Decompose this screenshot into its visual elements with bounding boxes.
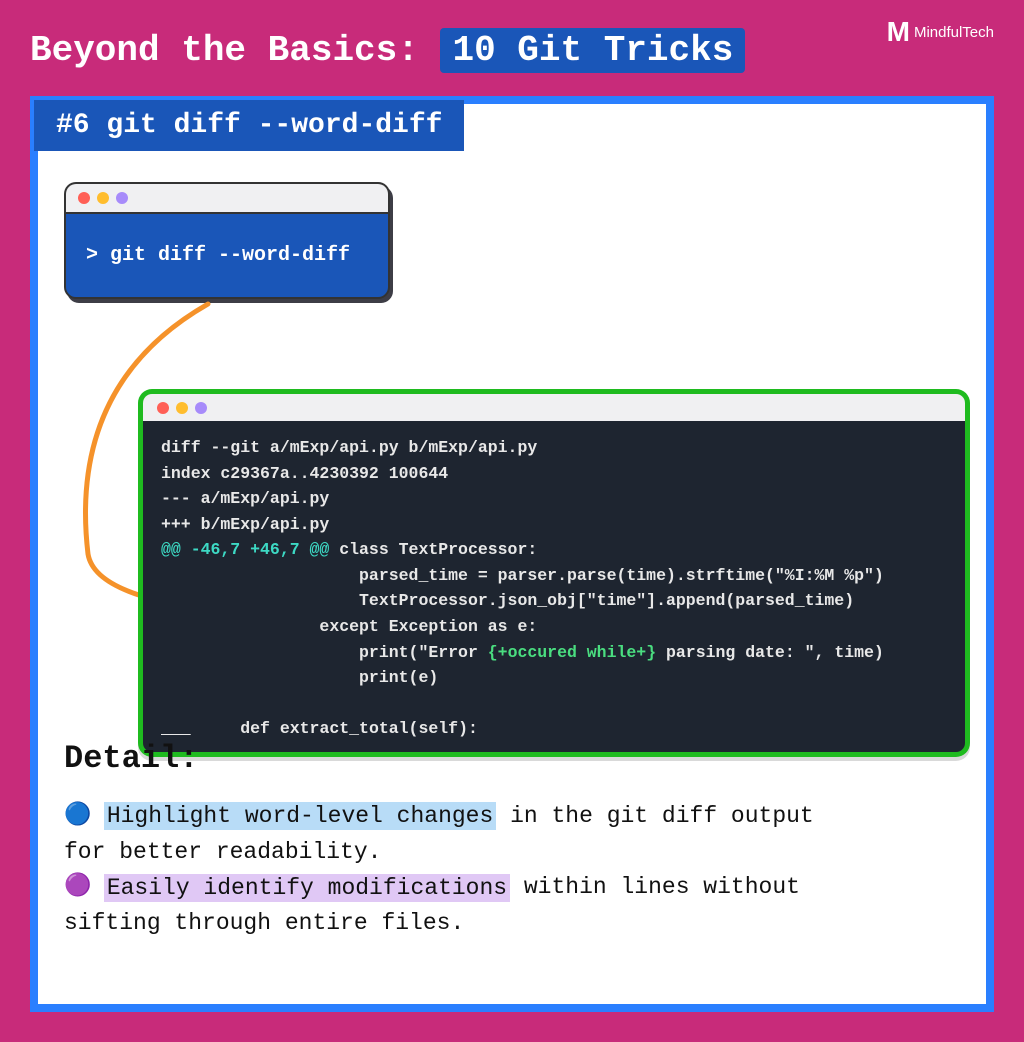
diff-line: TextProcessor.json_obj["time"].append(pa… <box>161 591 854 610</box>
zoom-dot-icon <box>116 192 128 204</box>
minimize-dot-icon <box>176 402 188 414</box>
close-dot-icon <box>78 192 90 204</box>
title-highlight: 10 Git Tricks <box>440 28 745 73</box>
diff-line: index c29367a..4230392 100644 <box>161 464 448 483</box>
detail-bullet-1: 🔵 Highlight word-level changes in the gi… <box>64 799 960 870</box>
page-title: Beyond the Basics: 10 Git Tricks <box>30 30 745 71</box>
brand-logo: M MindfulTech <box>887 18 994 46</box>
content-card: #6 git diff --word-diff > git diff --wor… <box>30 96 994 1012</box>
bullet2-highlight: Easily identify modifications <box>104 874 510 902</box>
terminal-titlebar <box>64 182 390 212</box>
close-dot-icon <box>157 402 169 414</box>
detail-heading: Detail: <box>64 740 960 777</box>
diff-line: diff --git a/mExp/api.py b/mExp/api.py <box>161 438 537 457</box>
command-terminal: > git diff --word-diff <box>64 182 390 299</box>
trick-badge: #6 git diff --word-diff <box>34 100 464 151</box>
title-prefix: Beyond the Basics: <box>30 30 419 71</box>
diff-line: +++ b/mExp/api.py <box>161 515 329 534</box>
diff-line-pre: print("Error <box>161 643 488 662</box>
logo-mark: M <box>887 18 910 46</box>
terminal-body: > git diff --word-diff <box>64 212 390 299</box>
zoom-dot-icon <box>195 402 207 414</box>
minimize-dot-icon <box>97 192 109 204</box>
diff-hunk-suffix: class TextProcessor: <box>329 540 537 559</box>
detail-section: Detail: 🔵 Highlight word-level changes i… <box>64 740 960 942</box>
output-titlebar <box>138 389 970 421</box>
output-terminal: diff --git a/mExp/api.py b/mExp/api.py i… <box>138 389 970 757</box>
diff-line: print(e) <box>161 668 438 687</box>
detail-bullet-2: 🟣 Easily identify modifications within l… <box>64 870 960 941</box>
diff-line-post: parsing date: ", time) <box>656 643 884 662</box>
diff-hunk: @@ -46,7 +46,7 @@ <box>161 540 329 559</box>
bullet1-rest2: for better readability. <box>64 839 381 865</box>
diff-line: def extract_total(self): <box>201 719 478 738</box>
purple-circle-icon: 🟣 <box>64 870 90 904</box>
diff-line: except Exception as e: <box>161 617 537 636</box>
diff-line: --- a/mExp/api.py <box>161 489 329 508</box>
bullet1-highlight: Highlight word-level changes <box>104 802 496 830</box>
bullet1-rest1: in the git diff output <box>496 803 813 829</box>
bullet2-rest1: within lines without <box>510 875 800 901</box>
diff-word-added: {+occured while+} <box>488 643 656 662</box>
bullet2-rest2: sifting through entire files. <box>64 910 464 936</box>
command-text: > git diff --word-diff <box>86 244 350 267</box>
blue-circle-icon: 🔵 <box>64 799 90 833</box>
diff-line: parsed_time = parser.parse(time).strftim… <box>161 566 884 585</box>
output-body: diff --git a/mExp/api.py b/mExp/api.py i… <box>138 421 970 757</box>
brand-text: MindfulTech <box>914 24 994 41</box>
